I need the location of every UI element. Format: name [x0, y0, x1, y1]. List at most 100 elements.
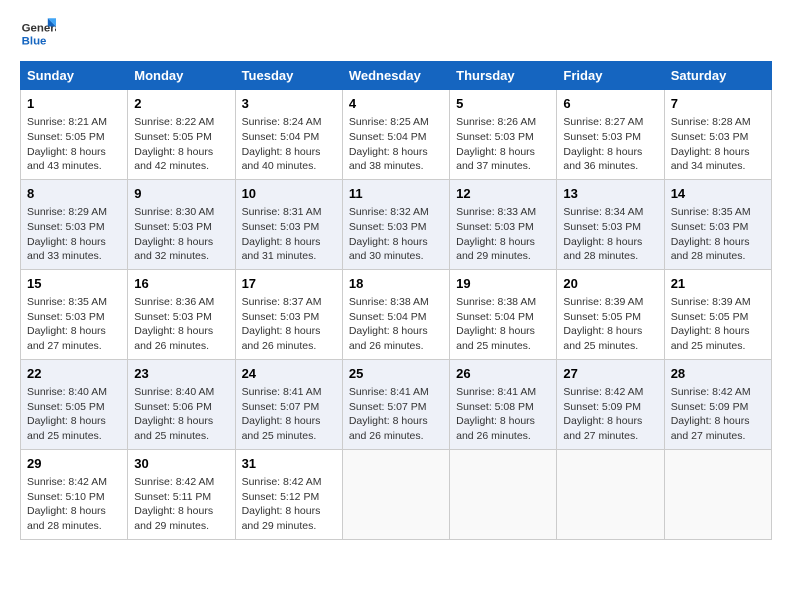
day-number: 9: [134, 185, 228, 203]
day-number: 27: [563, 365, 657, 383]
day-cell-13: 13 Sunrise: 8:34 AMSunset: 5:03 PMDayligh…: [557, 179, 664, 269]
day-cell-31: 31 Sunrise: 8:42 AMSunset: 5:12 PMDayligh…: [235, 449, 342, 539]
empty-cell: [557, 449, 664, 539]
day-cell-21: 21 Sunrise: 8:39 AMSunset: 5:05 PMDayligh…: [664, 269, 771, 359]
day-number: 8: [27, 185, 121, 203]
day-cell-11: 11 Sunrise: 8:32 AMSunset: 5:03 PMDayligh…: [342, 179, 449, 269]
day-number: 2: [134, 95, 228, 113]
day-number: 11: [349, 185, 443, 203]
day-info: Sunrise: 8:38 AMSunset: 5:04 PMDaylight:…: [349, 295, 443, 354]
day-info: Sunrise: 8:39 AMSunset: 5:05 PMDaylight:…: [671, 295, 765, 354]
day-number: 1: [27, 95, 121, 113]
day-info: Sunrise: 8:33 AMSunset: 5:03 PMDaylight:…: [456, 205, 550, 264]
day-info: Sunrise: 8:40 AMSunset: 5:05 PMDaylight:…: [27, 385, 121, 444]
day-cell-25: 25 Sunrise: 8:41 AMSunset: 5:07 PMDayligh…: [342, 359, 449, 449]
day-cell-12: 12Sunrise: 8:33 AMSunset: 5:03 PMDayligh…: [450, 179, 557, 269]
day-number: 26: [456, 365, 550, 383]
day-info: Sunrise: 8:41 AMSunset: 5:08 PMDaylight:…: [456, 385, 550, 444]
day-number: 25: [349, 365, 443, 383]
day-cell-2: 2 Sunrise: 8:22 AMSunset: 5:05 PMDaylight…: [128, 90, 235, 180]
day-number: 30: [134, 455, 228, 473]
day-number: 13: [563, 185, 657, 203]
day-info: Sunrise: 8:36 AMSunset: 5:03 PMDaylight:…: [134, 295, 228, 354]
day-number: 29: [27, 455, 121, 473]
day-info: Sunrise: 8:41 AMSunset: 5:07 PMDaylight:…: [349, 385, 443, 444]
day-info: Sunrise: 8:38 AMSunset: 5:04 PMDaylight:…: [456, 295, 550, 354]
day-cell-9: 9 Sunrise: 8:30 AMSunset: 5:03 PMDaylight…: [128, 179, 235, 269]
day-cell-14: 14 Sunrise: 8:35 AMSunset: 5:03 PMDayligh…: [664, 179, 771, 269]
weekday-sunday: Sunday: [21, 62, 128, 90]
day-cell-10: 10 Sunrise: 8:31 AMSunset: 5:03 PMDayligh…: [235, 179, 342, 269]
day-number: 5: [456, 95, 550, 113]
day-number: 24: [242, 365, 336, 383]
day-info: Sunrise: 8:22 AMSunset: 5:05 PMDaylight:…: [134, 115, 228, 174]
day-cell-8: 8 Sunrise: 8:29 AMSunset: 5:03 PMDaylight…: [21, 179, 128, 269]
day-info: Sunrise: 8:42 AMSunset: 5:10 PMDaylight:…: [27, 475, 121, 534]
day-number: 15: [27, 275, 121, 293]
day-info: Sunrise: 8:41 AMSunset: 5:07 PMDaylight:…: [242, 385, 336, 444]
day-number: 14: [671, 185, 765, 203]
day-number: 4: [349, 95, 443, 113]
day-cell-27: 27Sunrise: 8:42 AMSunset: 5:09 PMDayligh…: [557, 359, 664, 449]
day-cell-24: 24 Sunrise: 8:41 AMSunset: 5:07 PMDayligh…: [235, 359, 342, 449]
page: General Blue SundayMondayTuesdayWednesda…: [0, 0, 792, 555]
day-number: 17: [242, 275, 336, 293]
day-number: 10: [242, 185, 336, 203]
logo: General Blue: [20, 15, 56, 51]
calendar: SundayMondayTuesdayWednesdayThursdayFrid…: [20, 61, 772, 540]
day-cell-1: 1 Sunrise: 8:21 AMSunset: 5:05 PMDaylight…: [21, 90, 128, 180]
day-info: Sunrise: 8:40 AMSunset: 5:06 PMDaylight:…: [134, 385, 228, 444]
day-info: Sunrise: 8:24 AMSunset: 5:04 PMDaylight:…: [242, 115, 336, 174]
day-info: Sunrise: 8:35 AMSunset: 5:03 PMDaylight:…: [27, 295, 121, 354]
day-cell-17: 17 Sunrise: 8:37 AMSunset: 5:03 PMDayligh…: [235, 269, 342, 359]
day-cell-7: 7 Sunrise: 8:28 AMSunset: 5:03 PMDaylight…: [664, 90, 771, 180]
day-number: 21: [671, 275, 765, 293]
day-number: 18: [349, 275, 443, 293]
day-info: Sunrise: 8:30 AMSunset: 5:03 PMDaylight:…: [134, 205, 228, 264]
day-cell-16: 16 Sunrise: 8:36 AMSunset: 5:03 PMDayligh…: [128, 269, 235, 359]
day-cell-23: 23 Sunrise: 8:40 AMSunset: 5:06 PMDayligh…: [128, 359, 235, 449]
day-number: 16: [134, 275, 228, 293]
day-info: Sunrise: 8:29 AMSunset: 5:03 PMDaylight:…: [27, 205, 121, 264]
day-info: Sunrise: 8:21 AMSunset: 5:05 PMDaylight:…: [27, 115, 121, 174]
day-info: Sunrise: 8:37 AMSunset: 5:03 PMDaylight:…: [242, 295, 336, 354]
day-cell-15: 15 Sunrise: 8:35 AMSunset: 5:03 PMDayligh…: [21, 269, 128, 359]
day-info: Sunrise: 8:39 AMSunset: 5:05 PMDaylight:…: [563, 295, 657, 354]
day-info: Sunrise: 8:31 AMSunset: 5:03 PMDaylight:…: [242, 205, 336, 264]
day-cell-30: 30 Sunrise: 8:42 AMSunset: 5:11 PMDayligh…: [128, 449, 235, 539]
day-cell-4: 4Sunrise: 8:25 AMSunset: 5:04 PMDaylight…: [342, 90, 449, 180]
day-cell-20: 20 Sunrise: 8:39 AMSunset: 5:05 PMDayligh…: [557, 269, 664, 359]
day-cell-5: 5 Sunrise: 8:26 AMSunset: 5:03 PMDaylight…: [450, 90, 557, 180]
day-info: Sunrise: 8:35 AMSunset: 5:03 PMDaylight:…: [671, 205, 765, 264]
day-number: 28: [671, 365, 765, 383]
day-number: 23: [134, 365, 228, 383]
week-row-0: 1 Sunrise: 8:21 AMSunset: 5:05 PMDaylight…: [21, 90, 772, 180]
day-info: Sunrise: 8:32 AMSunset: 5:03 PMDaylight:…: [349, 205, 443, 264]
day-info: Sunrise: 8:34 AMSunset: 5:03 PMDaylight:…: [563, 205, 657, 264]
logo-icon: General Blue: [20, 15, 56, 51]
day-cell-19: 19Sunrise: 8:38 AMSunset: 5:04 PMDayligh…: [450, 269, 557, 359]
day-info: Sunrise: 8:42 AMSunset: 5:11 PMDaylight:…: [134, 475, 228, 534]
day-cell-3: 3Sunrise: 8:24 AMSunset: 5:04 PMDaylight…: [235, 90, 342, 180]
day-info: Sunrise: 8:42 AMSunset: 5:12 PMDaylight:…: [242, 475, 336, 534]
weekday-monday: Monday: [128, 62, 235, 90]
day-cell-26: 26 Sunrise: 8:41 AMSunset: 5:08 PMDayligh…: [450, 359, 557, 449]
day-info: Sunrise: 8:42 AMSunset: 5:09 PMDaylight:…: [671, 385, 765, 444]
day-number: 7: [671, 95, 765, 113]
day-cell-22: 22Sunrise: 8:40 AMSunset: 5:05 PMDayligh…: [21, 359, 128, 449]
header: General Blue: [20, 15, 772, 51]
day-number: 31: [242, 455, 336, 473]
day-info: Sunrise: 8:28 AMSunset: 5:03 PMDaylight:…: [671, 115, 765, 174]
day-number: 20: [563, 275, 657, 293]
empty-cell: [664, 449, 771, 539]
week-row-2: 15 Sunrise: 8:35 AMSunset: 5:03 PMDayligh…: [21, 269, 772, 359]
day-cell-18: 18 Sunrise: 8:38 AMSunset: 5:04 PMDayligh…: [342, 269, 449, 359]
empty-cell: [342, 449, 449, 539]
day-cell-29: 29 Sunrise: 8:42 AMSunset: 5:10 PMDayligh…: [21, 449, 128, 539]
week-row-3: 22Sunrise: 8:40 AMSunset: 5:05 PMDayligh…: [21, 359, 772, 449]
week-row-4: 29 Sunrise: 8:42 AMSunset: 5:10 PMDayligh…: [21, 449, 772, 539]
day-cell-28: 28 Sunrise: 8:42 AMSunset: 5:09 PMDayligh…: [664, 359, 771, 449]
day-cell-6: 6Sunrise: 8:27 AMSunset: 5:03 PMDaylight…: [557, 90, 664, 180]
day-info: Sunrise: 8:26 AMSunset: 5:03 PMDaylight:…: [456, 115, 550, 174]
weekday-friday: Friday: [557, 62, 664, 90]
